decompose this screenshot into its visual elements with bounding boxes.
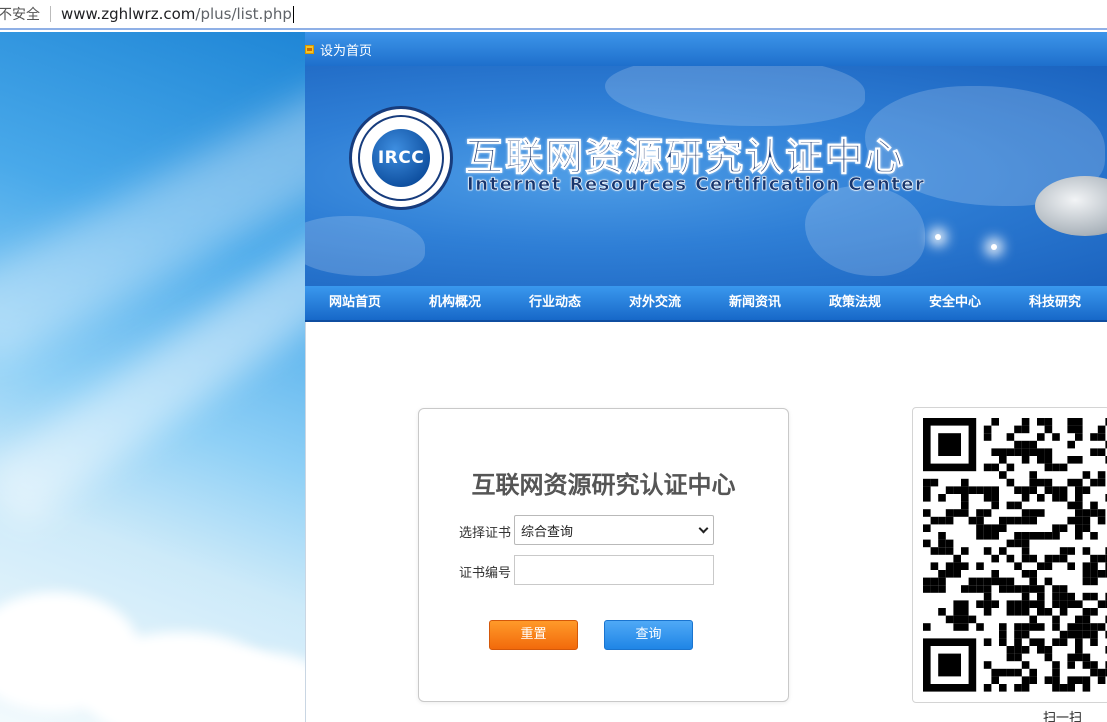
header-banner: IRCC 互联网资源研究认证中心 Internet Resources Cert… bbox=[305, 66, 1107, 286]
top-strip: 设为首页 bbox=[305, 32, 1107, 66]
background-sky bbox=[0, 32, 305, 722]
qr-caption: 扫一扫 bbox=[1043, 711, 1083, 722]
address-bar[interactable]: 不安全 www.zghlwrz.com/plus/list.php bbox=[0, 0, 1107, 30]
cert-number-input[interactable] bbox=[514, 555, 714, 585]
cert-type-label: 选择证书 bbox=[459, 526, 512, 541]
nav-item-news[interactable]: 新闻资讯 bbox=[705, 286, 805, 320]
nav-item-policy[interactable]: 政策法规 bbox=[805, 286, 905, 320]
query-heading: 互联网资源研究认证中心 bbox=[471, 471, 736, 499]
url-text[interactable]: www.zghlwrz.com/plus/list.php bbox=[61, 5, 294, 23]
site-title-cn: 互联网资源研究认证中心 bbox=[464, 135, 906, 180]
main-nav: 网站首页 机构概况 行业动态 对外交流 新闻资讯 政策法规 安全中心 科技研究 bbox=[305, 286, 1107, 322]
address-separator bbox=[50, 6, 51, 22]
text-caret bbox=[292, 6, 294, 23]
cert-number-label: 证书编号 bbox=[459, 566, 512, 581]
home-icon bbox=[305, 44, 314, 54]
ircc-seal-logo: IRCC bbox=[349, 106, 453, 210]
nav-item-security[interactable]: 安全中心 bbox=[905, 286, 1005, 320]
chevron-down-icon bbox=[698, 523, 709, 533]
site-title-en: Internet Resources Certification Center bbox=[467, 174, 926, 196]
nav-item-industry[interactable]: 行业动态 bbox=[505, 286, 605, 320]
qr-code-image bbox=[923, 418, 1107, 692]
certificate-query-panel: 互联网资源研究认证中心 选择证书 综合查询 证书编号 重置 查询 bbox=[418, 408, 789, 702]
url-path: /plus/list.php bbox=[195, 5, 292, 23]
search-button[interactable]: 查询 bbox=[604, 620, 693, 650]
nav-item-exchange[interactable]: 对外交流 bbox=[605, 286, 705, 320]
reset-button[interactable]: 重置 bbox=[489, 620, 578, 650]
nav-item-home[interactable]: 网站首页 bbox=[305, 286, 405, 320]
cert-type-value: 综合查询 bbox=[521, 524, 574, 540]
nav-item-research[interactable]: 科技研究 bbox=[1005, 286, 1105, 320]
url-host: www.zghlwrz.com bbox=[61, 5, 196, 23]
set-homepage-link[interactable]: 设为首页 bbox=[320, 40, 372, 59]
qr-code-panel bbox=[912, 407, 1107, 703]
cert-type-select[interactable]: 综合查询 bbox=[514, 515, 714, 545]
security-indicator[interactable]: 不安全 bbox=[0, 4, 40, 24]
nav-item-about[interactable]: 机构概况 bbox=[405, 286, 505, 320]
browser-viewport: 不安全 www.zghlwrz.com/plus/list.php 设为首页 I… bbox=[0, 0, 1107, 722]
